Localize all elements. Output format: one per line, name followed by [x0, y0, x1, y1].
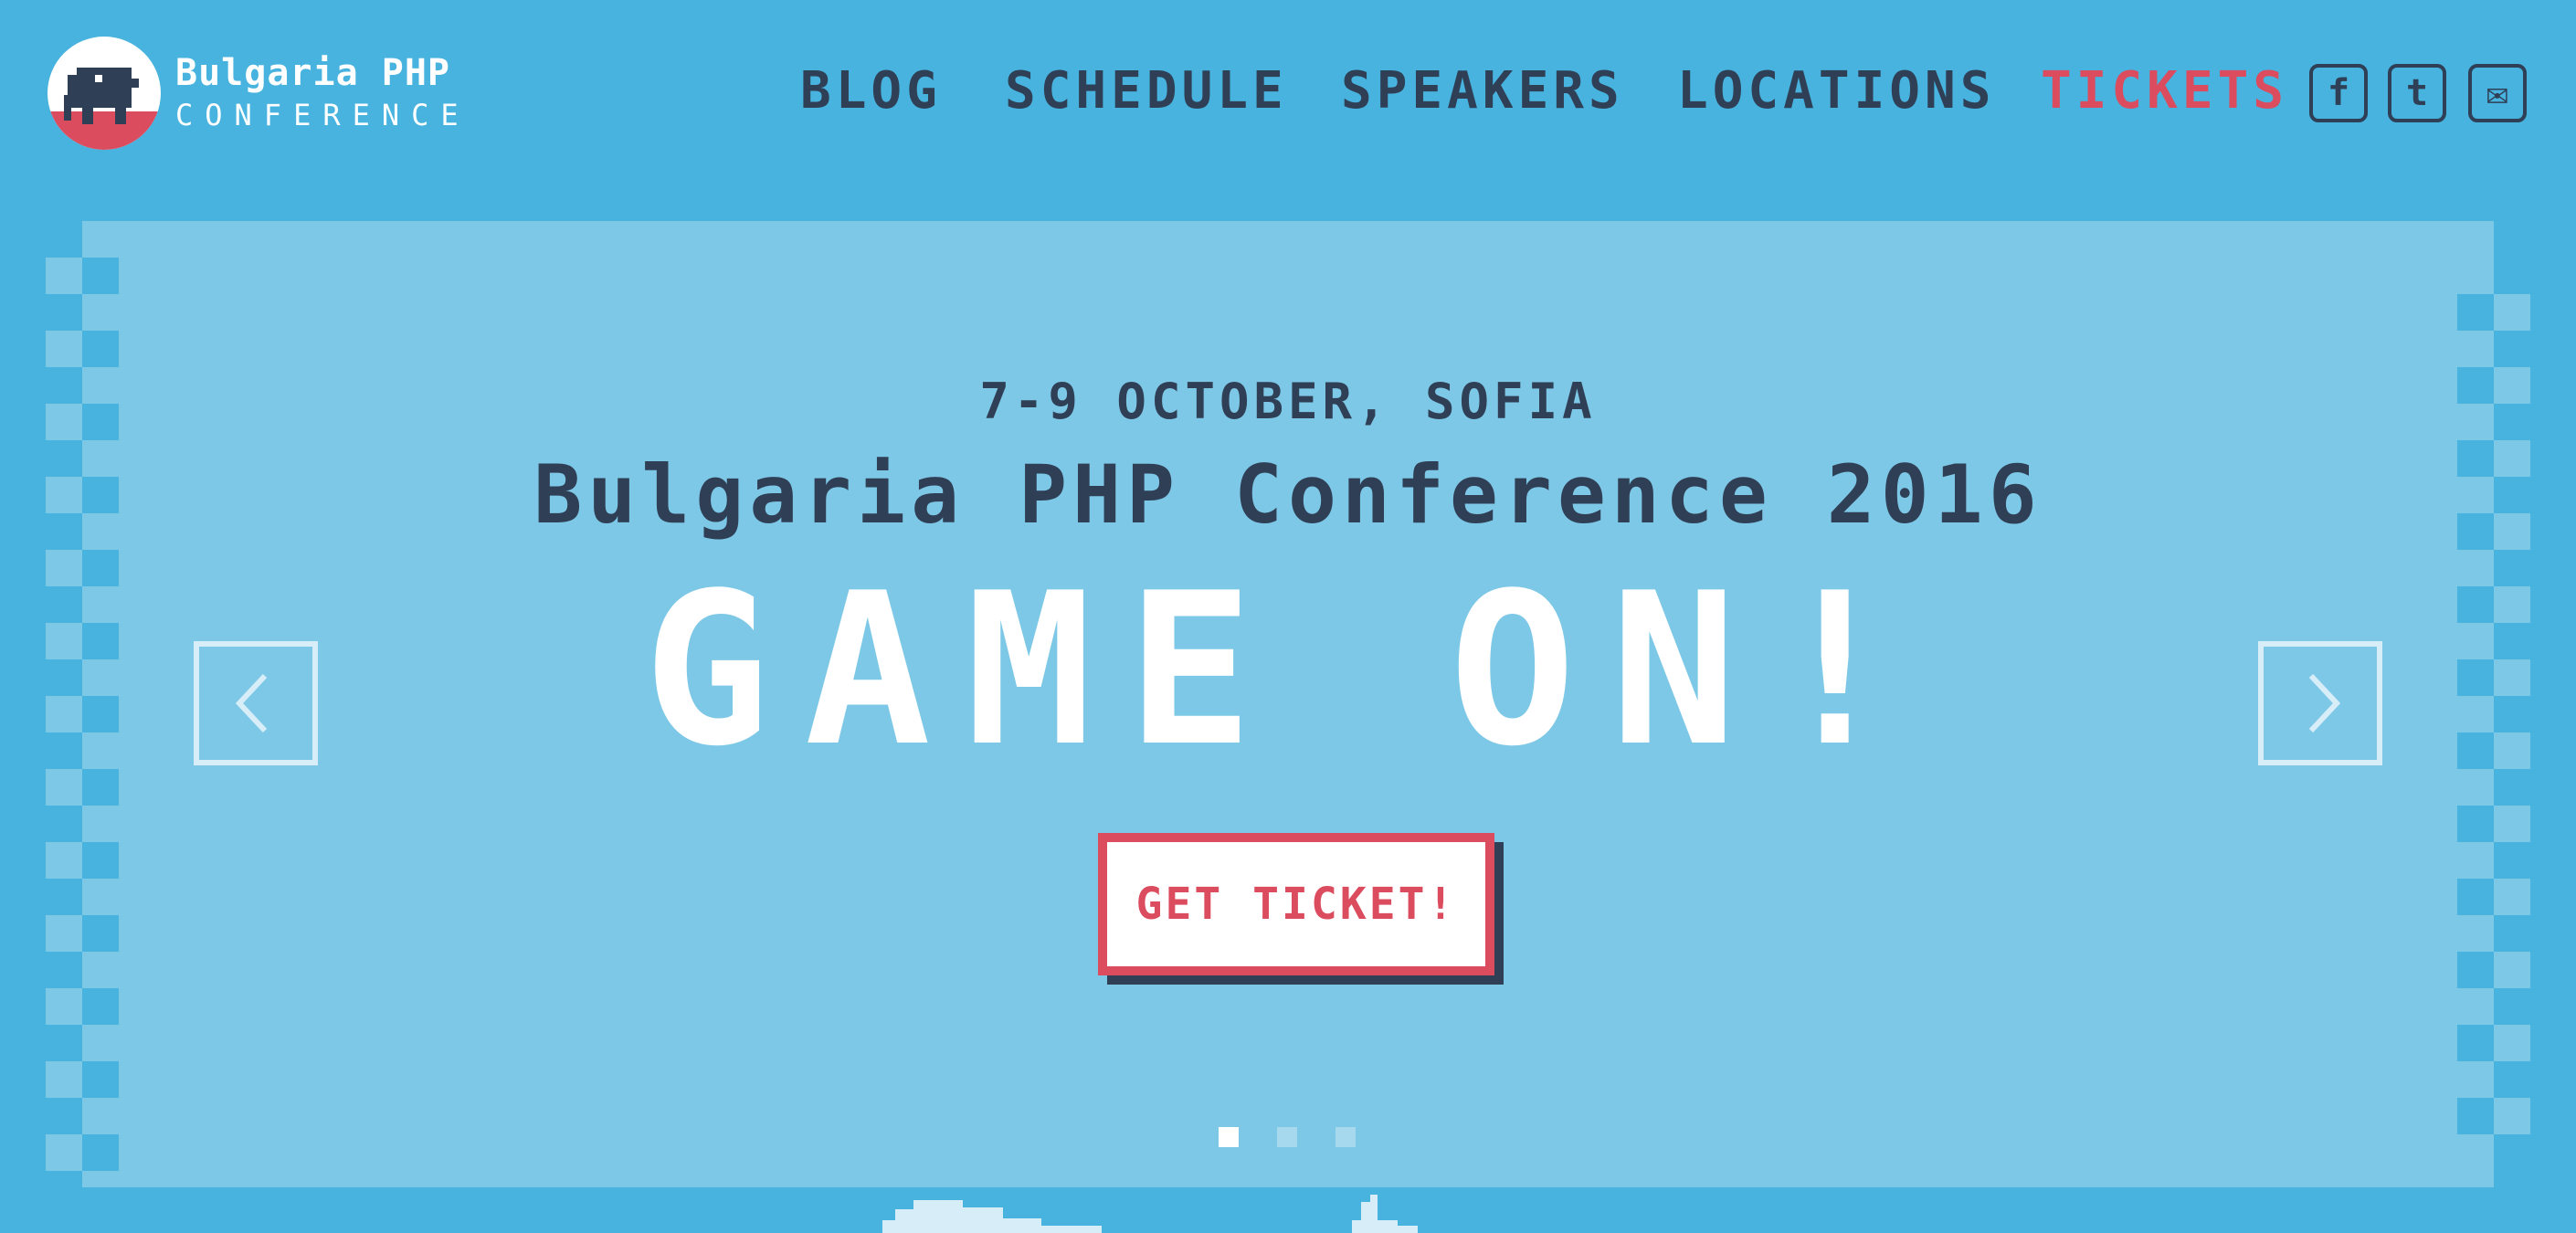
chevron-right-icon: [2308, 673, 2341, 733]
checker-square: [2457, 842, 2494, 879]
nav-schedule[interactable]: SCHEDULE: [1005, 64, 1288, 119]
email-icon[interactable]: ✉: [2468, 64, 2527, 122]
checker-square: [2457, 1134, 2494, 1171]
checker-square: [82, 842, 119, 879]
checker-square: [2457, 294, 2494, 331]
checker-square: [2457, 331, 2494, 367]
checker-square: [82, 258, 119, 294]
checker-square: [82, 1061, 119, 1098]
checker-square: [2494, 294, 2530, 331]
twitter-icon[interactable]: t: [2388, 64, 2446, 122]
checker-square: [2494, 1025, 2530, 1061]
checker-square: [82, 988, 119, 1025]
hero-tagline: GAME ON!: [643, 549, 1933, 793]
checker-square: [46, 258, 82, 294]
checker-square: [82, 1134, 119, 1171]
checker-square: [2494, 806, 2530, 842]
checker-square: [82, 915, 119, 952]
checker-square: [46, 1061, 82, 1098]
checker-square: [82, 1098, 119, 1134]
carousel-dot-2[interactable]: [1277, 1127, 1297, 1147]
brand-subtitle: CONFERENCE: [175, 98, 470, 132]
carousel-dot-1[interactable]: [1219, 1127, 1239, 1147]
checker-square: [82, 806, 119, 842]
checker-square: [46, 331, 82, 367]
get-ticket-button[interactable]: GET TICKET!: [1098, 833, 1494, 975]
checker-square: [2457, 806, 2494, 842]
checker-square: [82, 1025, 119, 1061]
brand-text[interactable]: Bulgaria PHP CONFERENCE: [175, 53, 470, 133]
checker-square: [2457, 1061, 2494, 1098]
event-date: 7-9 OCTOBER, SOFIA: [979, 373, 1597, 430]
checker-square: [2494, 1134, 2530, 1171]
nav-locations[interactable]: LOCATIONS: [1677, 64, 1995, 119]
carousel-dot-3[interactable]: [1336, 1127, 1356, 1147]
checker-square: [2457, 952, 2494, 988]
checker-square: [46, 1134, 82, 1171]
checker-square: [2457, 258, 2494, 294]
chevron-left-icon: [235, 673, 268, 733]
checker-square: [2494, 331, 2530, 367]
checker-square: [2494, 952, 2530, 988]
checker-square: [46, 915, 82, 952]
nav-tickets[interactable]: TICKETS: [2041, 64, 2288, 119]
nav-speakers[interactable]: SPEAKERS: [1341, 64, 1624, 119]
checker-square: [46, 1025, 82, 1061]
checker-square: [82, 331, 119, 367]
checker-square: [2494, 842, 2530, 879]
checker-square: [2494, 915, 2530, 952]
brand-title: Bulgaria PHP: [175, 52, 450, 94]
carousel-prev-button[interactable]: [194, 641, 318, 765]
checker-square: [46, 988, 82, 1025]
checker-square: [46, 842, 82, 879]
checker-square: [82, 952, 119, 988]
checker-square: [2457, 1025, 2494, 1061]
checker-square: [82, 879, 119, 915]
elephant-icon: [64, 68, 139, 124]
checker-square: [46, 294, 82, 331]
checker-square: [46, 879, 82, 915]
checker-square: [2494, 258, 2530, 294]
checker-square: [2457, 879, 2494, 915]
checker-square: [2494, 1098, 2530, 1134]
nav-blog[interactable]: BLOG: [800, 64, 942, 119]
facebook-icon[interactable]: f: [2309, 64, 2368, 122]
checker-square: [82, 294, 119, 331]
checker-square: [2494, 1061, 2530, 1098]
checker-square: [46, 806, 82, 842]
conference-title: Bulgaria PHP Conference 2016: [533, 448, 2043, 542]
carousel-next-button[interactable]: [2258, 641, 2382, 765]
checker-square: [2494, 988, 2530, 1025]
checker-square: [2457, 915, 2494, 952]
cloud-decoration: [882, 1195, 1418, 1233]
checker-square: [2457, 1098, 2494, 1134]
checker-square: [46, 1098, 82, 1134]
checker-square: [2457, 988, 2494, 1025]
checker-square: [46, 952, 82, 988]
checker-square: [2494, 879, 2530, 915]
conference-logo[interactable]: [48, 37, 161, 150]
